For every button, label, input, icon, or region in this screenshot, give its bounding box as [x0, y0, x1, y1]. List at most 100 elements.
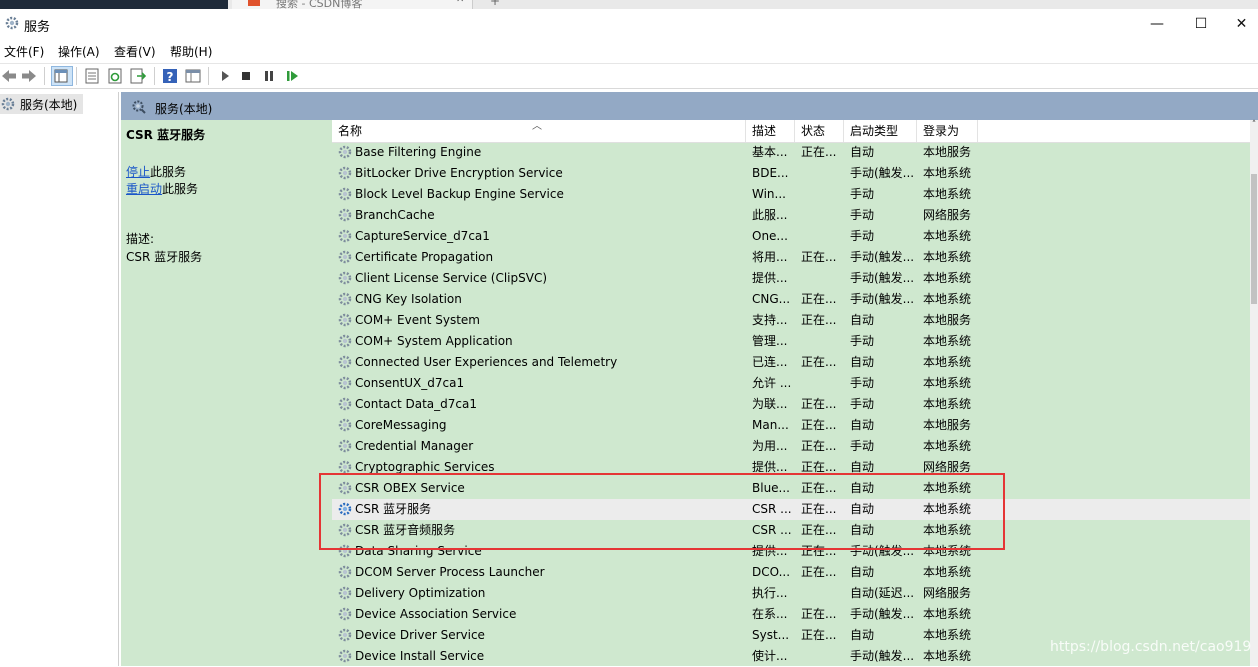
service-row[interactable]: Certificate Propagation 将用... 正在... 手动(触发..… — [332, 247, 1250, 268]
service-row[interactable]: Contact Data_d7ca1 为联... 正在... 手动 本地系统 — [332, 394, 1250, 415]
service-startup-type: 自动 — [850, 565, 875, 579]
service-row[interactable]: Base Filtering Engine 基本... 正在... 自动 本地服务 — [332, 142, 1250, 163]
svg-text:?: ? — [167, 70, 174, 84]
service-row[interactable]: BranchCache 此服... 手动 网络服务 — [332, 205, 1250, 226]
new-tab-button[interactable]: + — [490, 0, 500, 8]
close-button[interactable]: ✕ — [1225, 13, 1258, 35]
column-header-description[interactable]: 描述 — [746, 120, 795, 142]
window-title: 服务 — [24, 20, 51, 35]
service-startup-type: 手动(触发... — [850, 271, 915, 285]
service-row[interactable]: Cryptographic Services 提供... 正在... 自动 网络服务 — [332, 457, 1250, 478]
service-name: BitLocker Drive Encryption Service — [355, 166, 563, 180]
service-startup-type: 手动(触发... — [850, 292, 915, 306]
csdn-logo-icon — [248, 0, 260, 6]
forward-icon[interactable] — [20, 67, 38, 85]
service-startup-type: 手动 — [850, 334, 875, 348]
service-startup-type: 自动 — [850, 502, 875, 516]
column-header-startup-type[interactable]: 启动类型 — [844, 120, 917, 142]
service-row[interactable]: DCOM Server Process Launcher DCO... 正在... 自… — [332, 562, 1250, 583]
service-description: 执行... — [752, 586, 788, 600]
service-logon-as: 本地系统 — [923, 355, 972, 369]
service-description: 基本... — [752, 145, 788, 159]
maximize-button[interactable]: ☐ — [1181, 13, 1221, 35]
service-status: 正在... — [801, 292, 837, 306]
start-service-icon[interactable] — [216, 67, 234, 85]
pause-service-icon[interactable] — [260, 67, 278, 85]
service-logon-as: 本地服务 — [923, 418, 972, 432]
service-description: 允许 ... — [752, 376, 792, 390]
service-row[interactable]: BitLocker Drive Encryption Service BDE...… — [332, 163, 1250, 184]
service-row[interactable]: COM+ System Application 管理... 手动 本地系统 — [332, 331, 1250, 352]
service-status: 正在... — [801, 145, 837, 159]
service-row[interactable]: Device Association Service 在系... 正在... 手动(触… — [332, 604, 1250, 625]
column-header-logon-as[interactable]: 登录为 — [917, 120, 978, 142]
service-gear-icon — [337, 144, 353, 160]
service-description: 已连... — [752, 355, 788, 369]
service-row[interactable]: CNG Key Isolation CNG... 正在... 手动(触发... 本地系统 — [332, 289, 1250, 310]
service-row[interactable]: CSR OBEX Service Blue... 正在... 自动 本地系统 — [332, 478, 1250, 499]
service-row[interactable]: Credential Manager 为用... 正在... 手动 本地系统 — [332, 436, 1250, 457]
service-description: 为用... — [752, 439, 788, 453]
show-tree-icon[interactable] — [51, 66, 73, 86]
properties-icon[interactable] — [83, 67, 101, 85]
service-row[interactable]: CSR 蓝牙服务 CSR ... 正在... 自动 本地系统 — [332, 499, 1250, 520]
sort-ascending-icon: ︿ — [532, 121, 542, 132]
help-icon[interactable]: ? — [161, 67, 179, 85]
service-name: Contact Data_d7ca1 — [355, 397, 477, 411]
column-header-name[interactable]: 名称 ︿ — [332, 120, 746, 142]
pane-header: 服务(本地) — [121, 92, 1258, 120]
service-row[interactable]: CSR 蓝牙音频服务 CSR ... 正在... 自动 本地系统 — [332, 520, 1250, 541]
tree-node-services-local[interactable]: 服务(本地) — [0, 94, 84, 114]
service-row[interactable]: Data Sharing Service 提供... 正在... 手动(触发... 本地… — [332, 541, 1250, 562]
restart-service-icon[interactable] — [284, 67, 302, 85]
service-description: 为联... — [752, 397, 788, 411]
service-description: 提供... — [752, 544, 788, 558]
column-header-status[interactable]: 状态 — [795, 120, 844, 142]
scroll-up-icon[interactable]: ˄ — [1250, 120, 1258, 130]
export-icon[interactable] — [129, 67, 147, 85]
refresh-icon[interactable] — [106, 67, 124, 85]
toolbar-separator — [154, 67, 155, 85]
service-row[interactable]: Connected User Experiences and Telemetry… — [332, 352, 1250, 373]
stop-service-icon[interactable] — [237, 67, 255, 85]
service-startup-type: 自动 — [850, 523, 875, 537]
view-icon[interactable] — [184, 67, 202, 85]
service-row[interactable]: CaptureService_d7ca1 One... 手动 本地系统 — [332, 226, 1250, 247]
stop-service-link[interactable]: 停止 — [126, 165, 150, 179]
service-description: BDE... — [752, 166, 789, 180]
service-status: 正在... — [801, 418, 837, 432]
service-status: 正在... — [801, 502, 837, 516]
toolbar-separator — [76, 67, 77, 85]
service-row[interactable]: CoreMessaging Man... 正在... 自动 本地服务 — [332, 415, 1250, 436]
back-icon[interactable] — [0, 67, 18, 85]
service-description: 此服... — [752, 208, 788, 222]
service-logon-as: 本地系统 — [923, 628, 972, 642]
service-description: CSR ... — [752, 523, 792, 537]
service-name: CSR OBEX Service — [355, 481, 465, 495]
service-gear-icon — [337, 522, 353, 538]
service-name: Certificate Propagation — [355, 250, 494, 264]
service-startup-type: 手动(触发... — [850, 250, 915, 264]
menu-action[interactable]: 操作(A) — [58, 43, 100, 60]
service-row[interactable]: ConsentUX_d7ca1 允许 ... 手动 本地系统 — [332, 373, 1250, 394]
menu-view[interactable]: 查看(V) — [114, 43, 156, 60]
menu-help[interactable]: 帮助(H) — [170, 43, 212, 60]
service-row[interactable]: Client License Service (ClipSVC) 提供... 手动(… — [332, 268, 1250, 289]
service-row[interactable]: Block Level Backup Engine Service Win... 手… — [332, 184, 1250, 205]
service-status — [801, 583, 843, 604]
service-row[interactable]: Delivery Optimization 执行... 自动(延迟... 网络服务 — [332, 583, 1250, 604]
tree-node-label: 服务(本地) — [20, 97, 78, 112]
service-logon-as: 本地系统 — [923, 523, 972, 537]
menu-file[interactable]: 文件(F) — [4, 43, 44, 60]
service-startup-type: 自动 — [850, 313, 875, 327]
service-gear-icon — [337, 417, 353, 433]
restart-service-link[interactable]: 重启动 — [126, 182, 162, 196]
service-status: 正在... — [801, 565, 837, 579]
scrollbar-thumb[interactable] — [1251, 174, 1257, 304]
service-row[interactable]: COM+ Event System 支持... 正在... 自动 本地服务 — [332, 310, 1250, 331]
service-gear-icon — [337, 564, 353, 580]
service-logon-as: 网络服务 — [923, 460, 972, 474]
minimize-button[interactable]: — — [1137, 13, 1177, 35]
tab-close-icon[interactable]: ✕ — [456, 0, 464, 5]
vertical-scrollbar[interactable]: ˄ — [1250, 120, 1258, 666]
